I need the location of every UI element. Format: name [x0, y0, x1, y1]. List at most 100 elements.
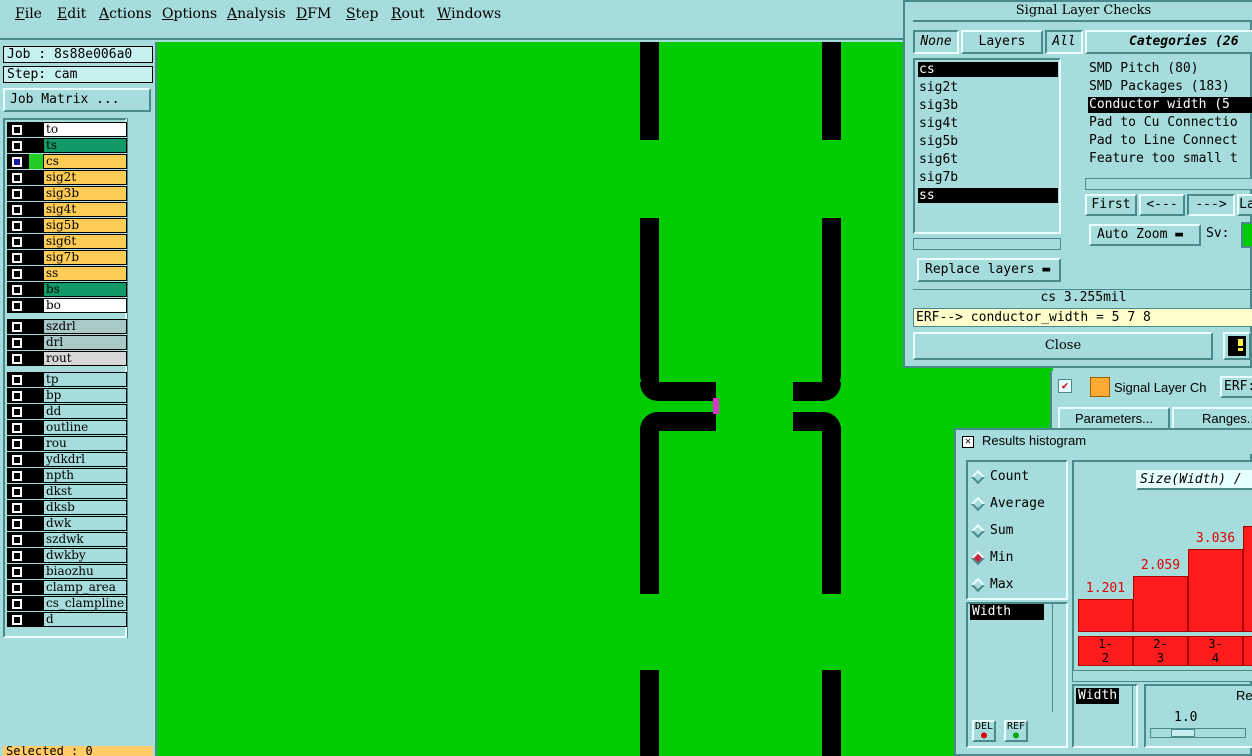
layer-checkbox[interactable]	[7, 351, 29, 366]
layer-checkbox[interactable]	[7, 612, 29, 627]
layer-checkbox[interactable]	[7, 250, 29, 265]
layer-name[interactable]: sig5b	[43, 218, 127, 233]
layer-name[interactable]: sig7b	[43, 250, 127, 265]
check-icon[interactable]: ✔	[1058, 379, 1072, 393]
layer-row-dwk[interactable]: dwk	[7, 516, 127, 531]
category-item[interactable]: Feature too small t	[1088, 151, 1252, 167]
first-button[interactable]: First	[1085, 194, 1137, 216]
layer-row-npth[interactable]: npth	[7, 468, 127, 483]
check-layer-item[interactable]: ss	[918, 188, 1058, 203]
layer-checkbox[interactable]	[7, 282, 29, 297]
check-layer-item[interactable]: cs	[918, 62, 1058, 77]
layer-row-to[interactable]: to	[7, 122, 127, 137]
layer-row-bp[interactable]: bp	[7, 388, 127, 403]
bin-label[interactable]: 2- 3	[1133, 636, 1188, 666]
layer-checkbox[interactable]	[7, 436, 29, 451]
layer-checkbox[interactable]	[7, 154, 29, 169]
layer-row-dwkby[interactable]: dwkby	[7, 548, 127, 563]
category-item[interactable]: Pad to Cu Connectio	[1088, 115, 1252, 131]
layer-name[interactable]: dwkby	[43, 548, 127, 563]
layer-checkbox[interactable]	[7, 298, 29, 313]
mode-radio-sum[interactable]: Sum	[970, 520, 1070, 542]
mode-radio-average[interactable]: Average	[970, 493, 1070, 515]
layer-name[interactable]: npth	[43, 468, 127, 483]
layer-checkbox[interactable]	[7, 596, 29, 611]
histogram-bar[interactable]	[1078, 599, 1133, 632]
layer-name[interactable]: biaozhu	[43, 564, 127, 579]
width-label[interactable]: Width	[1076, 688, 1120, 704]
layer-list-hscroll[interactable]	[913, 238, 1061, 250]
width-scrollbar[interactable]	[1132, 686, 1144, 746]
layer-row-rou[interactable]: rou	[7, 436, 127, 451]
check-layer-item[interactable]: sig2t	[918, 80, 1058, 95]
layer-row-ydkdrl[interactable]: ydkdrl	[7, 452, 127, 467]
layer-row-ss[interactable]: ss	[7, 266, 127, 281]
menu-options[interactable]: Options	[162, 6, 217, 22]
layer-name[interactable]: dkst	[43, 484, 127, 499]
layer-name[interactable]: bs	[43, 282, 127, 297]
layer-row-sig2t[interactable]: sig2t	[7, 170, 127, 185]
histogram-list-item[interactable]: Width	[970, 604, 1044, 620]
menu-step[interactable]: Step	[346, 6, 378, 22]
check-layer-item[interactable]: sig7b	[918, 170, 1058, 185]
check-layer-item[interactable]: sig5b	[918, 134, 1058, 149]
menu-windows[interactable]: Windows	[437, 6, 501, 22]
layer-checkbox[interactable]	[7, 122, 29, 137]
layer-name[interactable]: szdrl	[43, 319, 127, 334]
layer-name[interactable]: sig6t	[43, 234, 127, 249]
layer-row-szdrl[interactable]: szdrl	[7, 319, 127, 334]
layer-row-dd[interactable]: dd	[7, 404, 127, 419]
layer-name[interactable]: bo	[43, 298, 127, 313]
category-item[interactable]: SMD Pitch (80)	[1088, 61, 1252, 77]
layer-checkbox[interactable]	[7, 138, 29, 153]
all-button[interactable]: All	[1045, 30, 1083, 54]
layer-row-tp[interactable]: tp	[7, 372, 127, 387]
mode-radio-count[interactable]: Count	[970, 466, 1070, 488]
layer-row-biaozhu[interactable]: biaozhu	[7, 564, 127, 579]
histogram-bar[interactable]	[1133, 576, 1188, 632]
menu-file[interactable]: File	[15, 6, 42, 22]
bin-label[interactable]	[1243, 636, 1252, 666]
histogram-bar[interactable]	[1243, 526, 1252, 632]
layer-checkbox[interactable]	[7, 170, 29, 185]
layer-row-sig6t[interactable]: sig6t	[7, 234, 127, 249]
severity-indicator[interactable]	[1241, 222, 1252, 248]
del-button[interactable]: DEL ●	[972, 720, 996, 742]
layer-name[interactable]: cs_clampline	[43, 596, 127, 611]
layer-checkbox[interactable]	[7, 468, 29, 483]
histogram-hscroll[interactable]	[1072, 670, 1252, 682]
menu-rout[interactable]: Rout	[391, 6, 425, 22]
layer-checkbox[interactable]	[7, 564, 29, 579]
layer-row-cs[interactable]: cs	[7, 154, 127, 169]
layers-button[interactable]: Layers	[961, 30, 1043, 54]
layer-checkbox[interactable]	[7, 335, 29, 350]
layer-name[interactable]: tp	[43, 372, 127, 387]
job-matrix-button[interactable]: Job Matrix ...	[3, 88, 151, 112]
layer-name[interactable]: szdwk	[43, 532, 127, 547]
error-marker[interactable]	[713, 398, 719, 414]
category-hscroll[interactable]	[1085, 178, 1252, 190]
bin-label[interactable]: 3- 4	[1188, 636, 1243, 666]
menu-dfm[interactable]: DFM	[296, 6, 331, 22]
layer-row-dksb[interactable]: dksb	[7, 500, 127, 515]
layer-name[interactable]: dwk	[43, 516, 127, 531]
layer-checkbox[interactable]	[7, 218, 29, 233]
check-layer-list[interactable]: cs sig2t sig3b sig4t sig5b sig6t sig7b ss	[913, 58, 1061, 234]
layer-checkbox[interactable]	[7, 186, 29, 201]
list-scrollbar[interactable]	[1052, 602, 1064, 712]
layer-row-rout[interactable]: rout	[7, 351, 127, 366]
layer-row-d[interactable]: d	[7, 612, 127, 627]
category-item[interactable]: Conductor width (5	[1088, 97, 1252, 113]
layer-row-sig5b[interactable]: sig5b	[7, 218, 127, 233]
layer-checkbox[interactable]	[7, 580, 29, 595]
layer-checkbox[interactable]	[7, 234, 29, 249]
histogram-header[interactable]: Size(Width) /	[1136, 470, 1252, 490]
layer-checkbox[interactable]	[7, 532, 29, 547]
mode-radio-min[interactable]: Min	[970, 547, 1070, 569]
erf-button[interactable]: ERF:	[1220, 376, 1252, 398]
bin-label[interactable]: 1- 2	[1078, 636, 1133, 666]
check-layer-item[interactable]: sig3b	[918, 98, 1058, 113]
prev-button[interactable]: <---	[1139, 194, 1185, 216]
layer-name[interactable]: ydkdrl	[43, 452, 127, 467]
layer-row-drl[interactable]: drl	[7, 335, 127, 350]
